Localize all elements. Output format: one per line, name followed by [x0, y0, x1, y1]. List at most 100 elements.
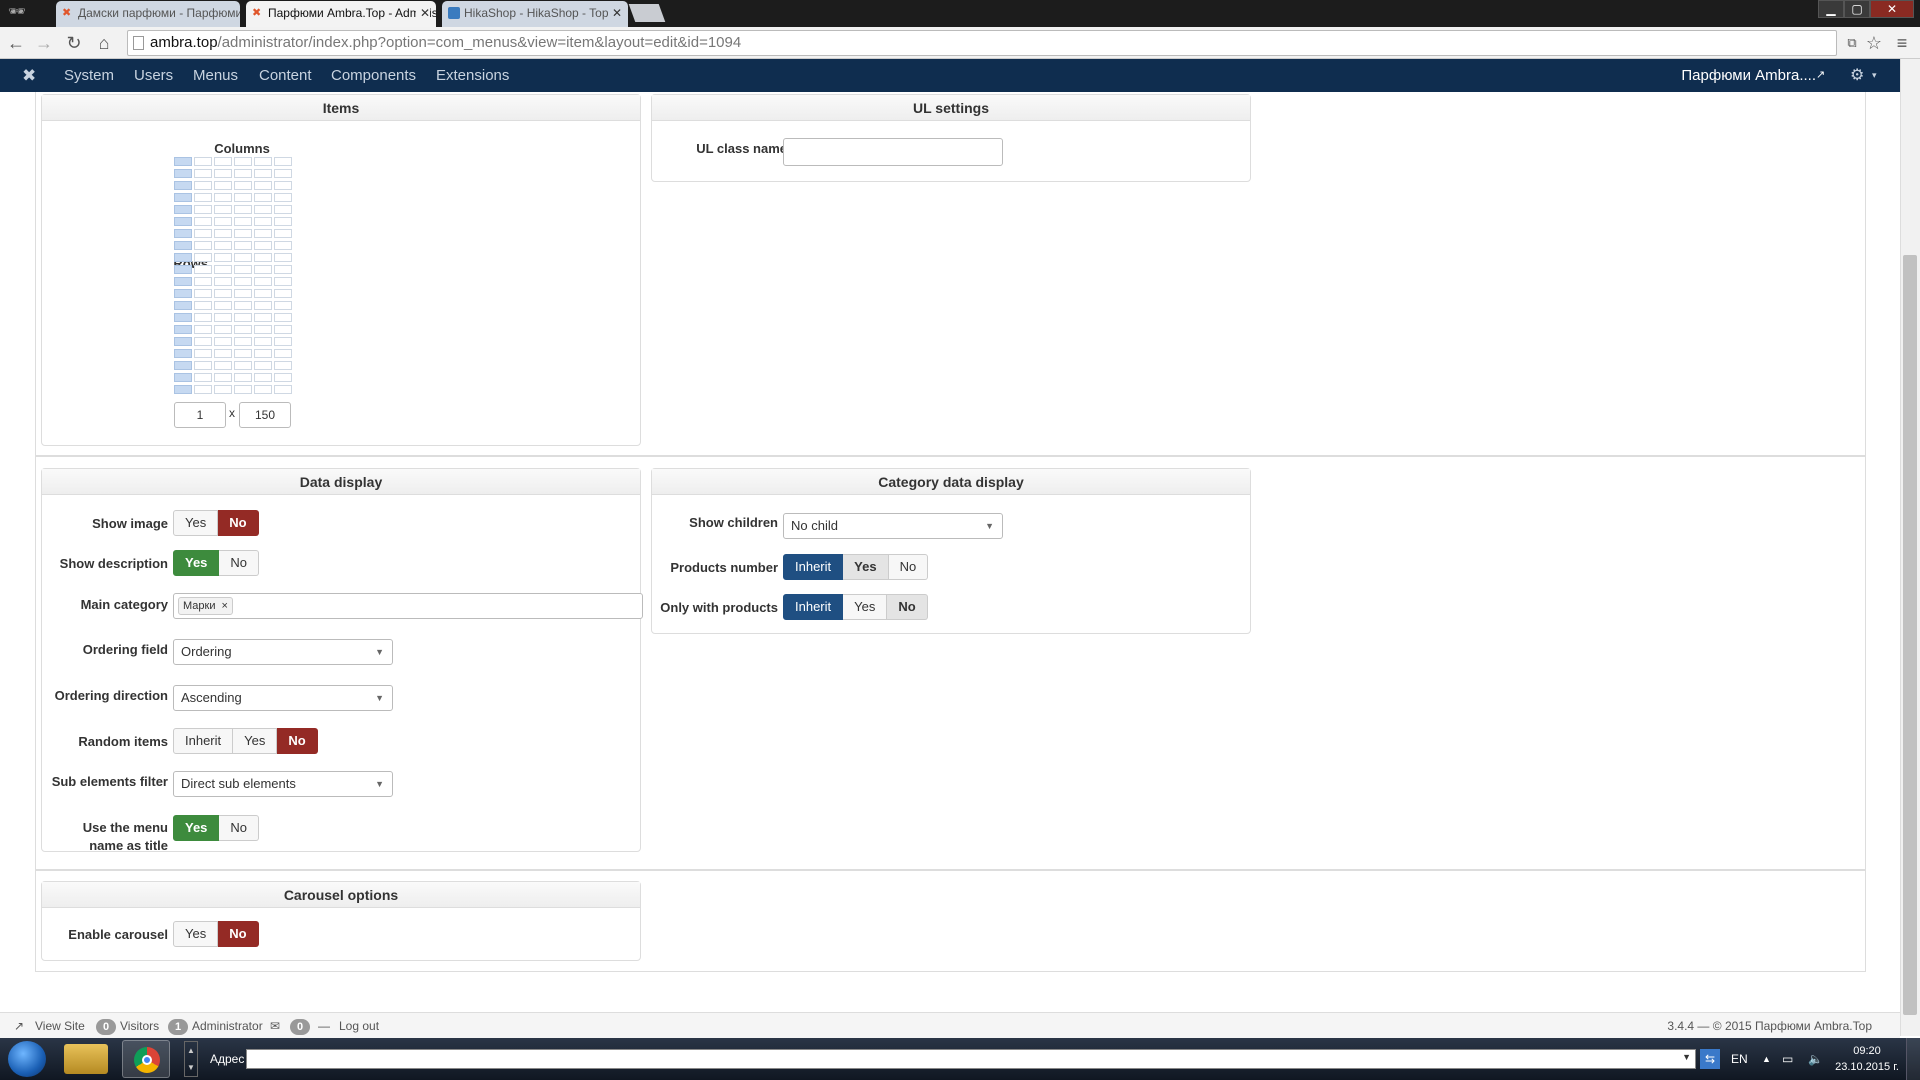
show-description-no-button[interactable]: No: [219, 550, 260, 576]
grid-cell[interactable]: [234, 217, 252, 226]
visitors-group[interactable]: 0 Visitors: [92, 1013, 159, 1039]
grid-cell[interactable]: [234, 289, 252, 298]
grid-cell[interactable]: [194, 229, 212, 238]
browser-tab-3[interactable]: HikaShop - HikaShop - Top ✕: [442, 1, 628, 27]
grid-cell[interactable]: [194, 253, 212, 262]
grid-cell[interactable]: [194, 169, 212, 178]
show-desktop-button[interactable]: [1906, 1038, 1920, 1080]
language-indicator[interactable]: EN: [1731, 1038, 1748, 1080]
menu-system[interactable]: System: [64, 59, 114, 92]
menu-components[interactable]: Components: [331, 59, 416, 92]
scrollbar-thumb[interactable]: [1903, 255, 1917, 1015]
tab-close-icon[interactable]: ✕: [607, 1, 622, 25]
grid-cell[interactable]: [194, 289, 212, 298]
show-image-no-button[interactable]: No: [218, 510, 259, 536]
browser-tab-2[interactable]: ✖ Парфюми Ambra.Top - Administration ✕: [246, 1, 436, 27]
grid-cell[interactable]: [274, 265, 292, 274]
grid-cell[interactable]: [194, 265, 212, 274]
grid-cell[interactable]: [234, 229, 252, 238]
chrome-menu-icon[interactable]: ≡: [1890, 31, 1914, 55]
grid-cell[interactable]: [274, 217, 292, 226]
grid-cell[interactable]: [254, 325, 272, 334]
forward-arrow-icon[interactable]: →: [32, 31, 56, 55]
grid-cell[interactable]: [254, 205, 272, 214]
grid-cell[interactable]: [174, 277, 192, 286]
grid-cell[interactable]: [254, 265, 272, 274]
grid-cell[interactable]: [174, 313, 192, 322]
grid-cell[interactable]: [194, 337, 212, 346]
menu-users[interactable]: Users: [134, 59, 173, 92]
grid-cell[interactable]: [274, 385, 292, 394]
grid-cell[interactable]: [214, 301, 232, 310]
grid-cell[interactable]: [254, 361, 272, 370]
grid-cell[interactable]: [234, 361, 252, 370]
grid-cell[interactable]: [214, 349, 232, 358]
grid-cell[interactable]: [214, 157, 232, 166]
grid-cell[interactable]: [234, 313, 252, 322]
home-icon[interactable]: ⌂: [92, 31, 116, 55]
grid-cell[interactable]: [194, 181, 212, 190]
grid-cell[interactable]: [254, 241, 272, 250]
grid-cell[interactable]: [174, 265, 192, 274]
items-layout-grid[interactable]: [174, 157, 292, 394]
grid-cell[interactable]: [274, 205, 292, 214]
grid-cell[interactable]: [194, 217, 212, 226]
grid-cell[interactable]: [174, 229, 192, 238]
administrator-group[interactable]: 1 Administrator: [164, 1013, 263, 1039]
grid-cell[interactable]: [214, 217, 232, 226]
grid-cell[interactable]: [274, 349, 292, 358]
remove-tag-icon[interactable]: ×: [222, 600, 228, 612]
tab-close-icon[interactable]: ✕: [415, 1, 430, 25]
grid-cell[interactable]: [234, 253, 252, 262]
grid-cell[interactable]: [194, 361, 212, 370]
grid-cell[interactable]: [174, 385, 192, 394]
grid-cell[interactable]: [174, 169, 192, 178]
grid-cell[interactable]: [274, 277, 292, 286]
enable-carousel-no-button[interactable]: No: [218, 921, 259, 947]
ordering-direction-select[interactable]: Ascending ▼: [173, 685, 393, 711]
grid-cell[interactable]: [194, 193, 212, 202]
grid-cell[interactable]: [254, 301, 272, 310]
grid-cell[interactable]: [274, 229, 292, 238]
grid-cell[interactable]: [194, 373, 212, 382]
grid-cell[interactable]: [274, 157, 292, 166]
grid-cell[interactable]: [234, 373, 252, 382]
grid-cell[interactable]: [254, 277, 272, 286]
ul-class-input[interactable]: [783, 138, 1003, 166]
grid-cell[interactable]: [234, 337, 252, 346]
random-items-yes-button[interactable]: Yes: [233, 728, 278, 754]
grid-cell[interactable]: [174, 181, 192, 190]
grid-cell[interactable]: [274, 373, 292, 382]
grid-cell[interactable]: [214, 325, 232, 334]
file-explorer-icon[interactable]: [64, 1044, 108, 1074]
address-toolbar-input[interactable]: ▼: [246, 1049, 1696, 1069]
network-icon[interactable]: ▭: [1782, 1038, 1793, 1080]
window-minimize-button[interactable]: ▁: [1818, 0, 1844, 18]
new-tab-button[interactable]: [628, 4, 666, 22]
menu-title-no-button[interactable]: No: [219, 815, 260, 841]
show-description-yes-button[interactable]: Yes: [173, 550, 220, 576]
main-category-input[interactable]: Марки ×: [173, 593, 643, 619]
gear-icon[interactable]: ⚙: [1850, 59, 1864, 92]
browser-tab-1[interactable]: ✖ Дамски парфюми - Парфюми Ambra.Top: [56, 1, 240, 27]
rows-input[interactable]: 150: [239, 402, 291, 428]
grid-cell[interactable]: [234, 325, 252, 334]
translate-icon[interactable]: ⧉: [1840, 31, 1864, 55]
grid-cell[interactable]: [234, 169, 252, 178]
grid-cell[interactable]: [214, 361, 232, 370]
grid-cell[interactable]: [254, 385, 272, 394]
enable-carousel-yes-button[interactable]: Yes: [173, 921, 219, 947]
grid-cell[interactable]: [234, 277, 252, 286]
menu-extensions[interactable]: Extensions: [436, 59, 509, 92]
show-children-select[interactable]: No child ▼: [783, 513, 1003, 539]
products-number-yes-button[interactable]: Yes: [843, 554, 889, 580]
window-maximize-button[interactable]: ▢: [1844, 0, 1870, 18]
grid-cell[interactable]: [214, 385, 232, 394]
menu-title-yes-button[interactable]: Yes: [173, 815, 220, 841]
volume-icon[interactable]: 🔈: [1808, 1038, 1823, 1080]
chrome-icon[interactable]: [122, 1040, 170, 1078]
grid-cell[interactable]: [254, 373, 272, 382]
grid-cell[interactable]: [254, 337, 272, 346]
grid-cell[interactable]: [214, 193, 232, 202]
grid-cell[interactable]: [174, 217, 192, 226]
